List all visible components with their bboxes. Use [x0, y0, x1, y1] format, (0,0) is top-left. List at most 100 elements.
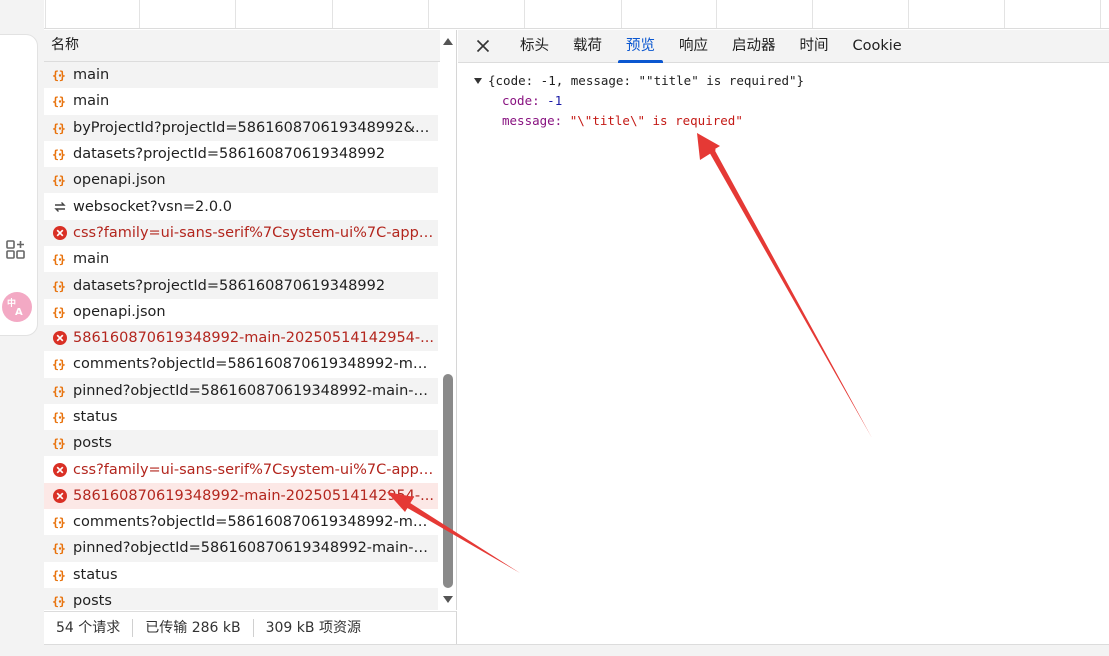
request-row[interactable]: {} posts: [44, 587, 438, 610]
json-key-message: message:: [502, 113, 563, 128]
request-row[interactable]: {} pinned?objectId=586160870619348992-mai…: [44, 377, 438, 404]
json-braces-icon: {}: [51, 513, 69, 531]
browser-side-panel: 中 A: [0, 0, 44, 656]
request-name: status: [73, 566, 118, 583]
request-list-scrollbar[interactable]: [440, 30, 456, 610]
json-root-line[interactable]: {code: -1, message: ""title" is required…: [474, 71, 1109, 91]
json-braces-icon: {}: [51, 539, 69, 557]
json-value-message: "\"title\" is required": [569, 113, 743, 128]
request-name: openapi.json: [73, 303, 166, 320]
transferred-size: 已传输 286 kB: [133, 619, 254, 637]
request-name: pinned?objectId=586160870619348992-main-…: [73, 540, 435, 557]
request-row[interactable]: {} byProjectId?projectId=5861608706193489…: [44, 114, 438, 141]
tab-item-4[interactable]: 启动器: [720, 30, 788, 63]
request-row[interactable]: css?family=ui-sans-serif%7Csystem-ui%7C-…: [44, 219, 438, 247]
translate-icon[interactable]: 中 A: [2, 292, 32, 322]
websocket-icon: [51, 198, 69, 216]
request-row[interactable]: 586160870619348992-main-20250514142954-.…: [44, 324, 438, 352]
request-row[interactable]: {} pinned?objectId=586160870619348992-mai…: [44, 535, 438, 562]
network-status-bar: 54 个请求 已传输 286 kB 309 kB 项资源: [44, 611, 457, 644]
expand-caret-icon[interactable]: [474, 77, 482, 84]
request-name: css?family=ui-sans-serif%7Csystem-ui%7C-…: [73, 461, 435, 478]
side-panel-card: [0, 34, 38, 336]
json-braces-icon: {}: [51, 92, 69, 110]
scroll-down-icon[interactable]: [443, 596, 453, 603]
error-circle-icon: [51, 224, 69, 242]
json-braces-icon: {}: [51, 250, 69, 268]
request-name: datasets?projectId=586160870619348992: [73, 277, 386, 294]
request-name: css?family=ui-sans-serif%7Csystem-ui%7C-…: [73, 224, 435, 241]
request-rows: {} main{} main{} byProjectId?projectId=5861…: [44, 62, 438, 610]
request-name: comments?objectId=586160870619348992-mai…: [73, 356, 435, 373]
request-row[interactable]: {} status: [44, 404, 438, 430]
json-braces-icon: {}: [51, 355, 69, 373]
request-name: comments?objectId=586160870619348992-mai…: [73, 514, 435, 531]
request-name: posts: [73, 435, 112, 452]
request-row[interactable]: {} posts: [44, 430, 438, 457]
json-braces-icon: {}: [51, 277, 69, 295]
request-name: main: [73, 93, 110, 110]
request-row[interactable]: {} comments?objectId=586160870619348992-m…: [44, 509, 438, 535]
request-row[interactable]: {} status: [44, 562, 438, 588]
json-braces-icon: {}: [51, 382, 69, 400]
request-name: main: [73, 67, 110, 84]
json-braces-icon: {}: [51, 303, 69, 321]
resources-size: 309 kB 项资源: [265, 620, 361, 636]
request-detail-panel: 标头 载荷 预览 响应 启动器 时间 Cookie {code: -1, message: …: [458, 30, 1109, 644]
scrollbar-thumb[interactable]: [443, 374, 453, 588]
request-name: status: [73, 409, 118, 425]
tab-cookie[interactable]: Cookie: [841, 30, 914, 63]
request-row[interactable]: websocket?vsn=2.0.0: [44, 193, 438, 219]
tab-item-1[interactable]: 载荷: [561, 30, 614, 63]
close-icon[interactable]: [472, 35, 494, 57]
request-name: datasets?projectId=586160870619348992: [73, 146, 386, 163]
request-name: openapi.json: [73, 172, 166, 189]
json-braces-icon: {}: [51, 119, 69, 137]
request-row[interactable]: {} datasets?projectId=586160870619348992: [44, 272, 438, 299]
request-row[interactable]: {} openapi.json: [44, 299, 438, 325]
error-circle-icon: [51, 461, 69, 479]
tab-item-0[interactable]: 标头: [508, 30, 561, 63]
tab-item-2[interactable]: 预览: [614, 30, 667, 63]
tab-item-3[interactable]: 响应: [667, 30, 720, 63]
request-row[interactable]: {} main: [44, 62, 438, 89]
error-circle-icon: [51, 487, 69, 505]
request-name: main: [73, 251, 110, 268]
json-braces-icon: {}: [51, 566, 69, 584]
json-key-code: code:: [502, 93, 540, 108]
request-row[interactable]: {} main: [44, 246, 438, 272]
json-braces-icon: {}: [51, 408, 69, 426]
error-circle-icon: [51, 329, 69, 347]
column-header-name[interactable]: 名称: [44, 30, 456, 62]
tab-item-5[interactable]: 时间: [788, 30, 841, 63]
json-braces-icon: {}: [51, 145, 69, 163]
json-message-line: message: "\"title\" is required": [474, 111, 1109, 131]
json-preview: {code: -1, message: ""title" is required…: [458, 63, 1109, 131]
request-row[interactable]: 586160870619348992-main-20250514142954-.…: [44, 482, 438, 510]
request-name: 586160870619348992-main-20250514142954-.…: [73, 487, 434, 504]
request-name: 586160870619348992-main-20250514142954-.…: [73, 330, 434, 347]
request-name: websocket?vsn=2.0.0: [73, 198, 232, 215]
network-timeline-overview[interactable]: [44, 0, 1109, 29]
json-braces-icon: {}: [51, 592, 69, 610]
json-braces-icon: {}: [51, 171, 69, 189]
scroll-up-icon[interactable]: [443, 38, 453, 45]
apps-add-icon[interactable]: [4, 238, 28, 262]
request-row[interactable]: {} comments?objectId=586160870619348992-m…: [44, 351, 438, 377]
request-row[interactable]: {} datasets?projectId=586160870619348992: [44, 141, 438, 167]
drawer-bottom-edge: [44, 644, 1109, 656]
json-summary: {code: -1, message: ""title" is required…: [488, 73, 805, 88]
request-name: pinned?objectId=586160870619348992-main-…: [73, 382, 435, 399]
json-code-line: code: -1: [474, 91, 1109, 111]
request-count: 54 个请求: [44, 619, 134, 637]
svg-text:A: A: [15, 307, 23, 318]
request-list: 名称 {} main{} main{} byProjectId?projectId=5…: [44, 30, 457, 610]
request-row[interactable]: {} main: [44, 88, 438, 114]
detail-tabs: 标头 载荷 预览 响应 启动器 时间 Cookie: [458, 30, 1109, 63]
request-name: posts: [73, 593, 112, 610]
request-name: byProjectId?projectId=586160870619348992…: [73, 119, 435, 136]
json-braces-icon: {}: [51, 434, 69, 452]
json-value-code: -1: [547, 93, 563, 108]
request-row[interactable]: css?family=ui-sans-serif%7Csystem-ui%7C-…: [44, 456, 438, 482]
request-row[interactable]: {} openapi.json: [44, 167, 438, 194]
